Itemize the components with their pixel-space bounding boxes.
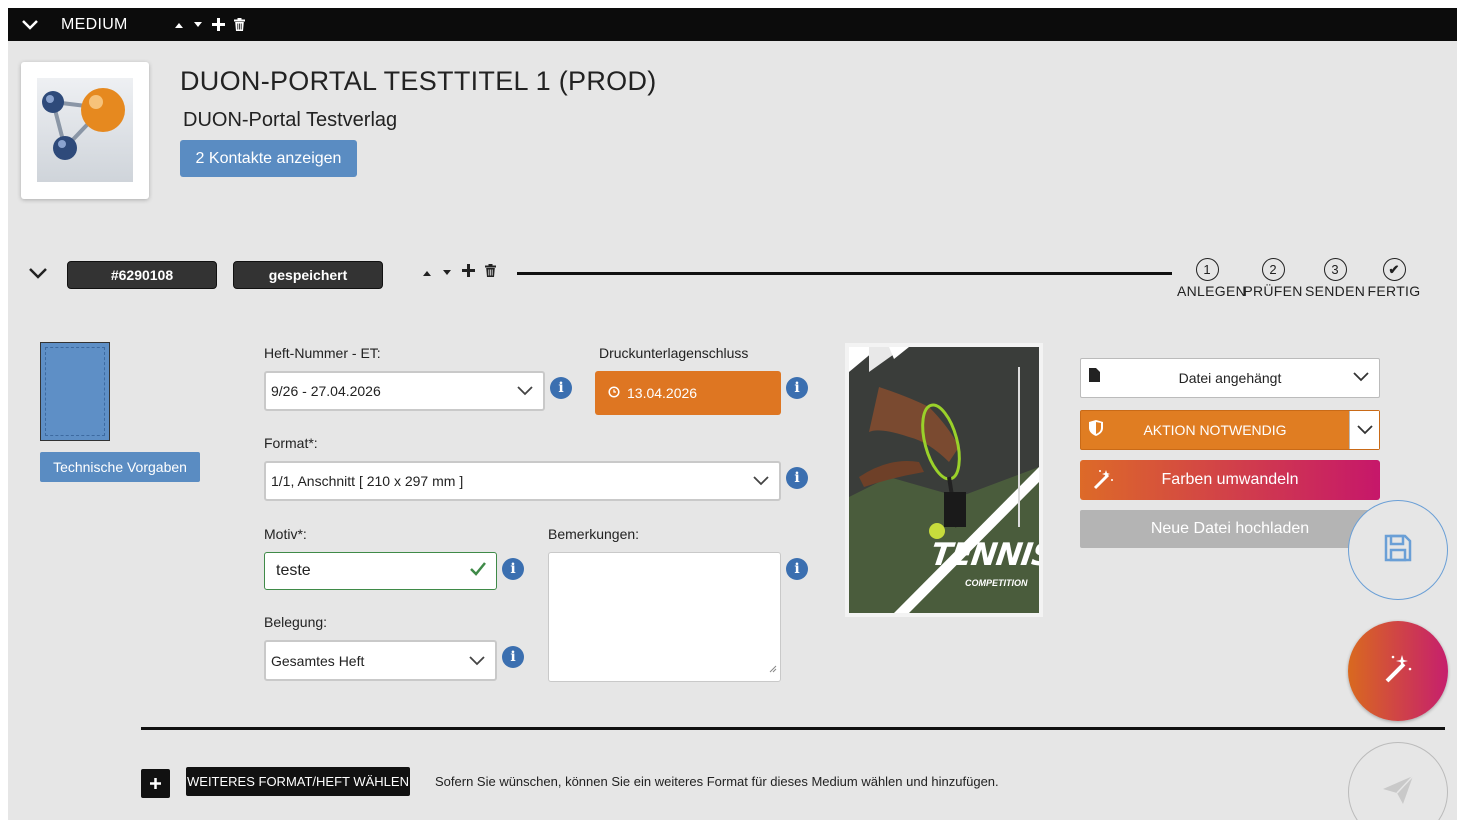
- motiv-input[interactable]: teste: [264, 552, 497, 590]
- info-icon[interactable]: i: [502, 558, 524, 580]
- step-label: FERTIG: [1367, 283, 1421, 299]
- add-icon[interactable]: [462, 264, 475, 282]
- resize-grip-icon[interactable]: [769, 660, 777, 678]
- medium-title: DUON-PORTAL TESTTITEL 1 (PROD): [180, 66, 657, 96]
- step-anlegen: 1 ANLEGEN: [1177, 258, 1247, 299]
- move-up-icon[interactable]: [422, 264, 432, 282]
- step-label: ANLEGEN: [1177, 283, 1247, 299]
- info-icon[interactable]: i: [786, 558, 808, 580]
- convert-colors-button[interactable]: Farben umwandeln: [1080, 460, 1380, 500]
- collapse-order-chevron-icon[interactable]: [28, 266, 48, 285]
- header-title: MEDIUM: [61, 15, 128, 33]
- ad-preview-image[interactable]: TENNIS COMPETITION: [845, 343, 1043, 617]
- issue-select[interactable]: 9/26 - 27.04.2026: [264, 371, 545, 411]
- step-check-icon: ✔: [1382, 258, 1406, 281]
- progress-line: [517, 272, 1172, 275]
- step-fertig: ✔ FERTIG: [1364, 258, 1424, 299]
- action-required-label: AKTION NOTWENDIG: [1143, 422, 1287, 438]
- magic-wand-icon: [1382, 653, 1414, 690]
- add-format-button[interactable]: WEITERES FORMAT/HEFT WÄHLEN: [186, 767, 410, 796]
- trash-icon[interactable]: [485, 264, 496, 282]
- placement-label: Belegung:: [264, 614, 328, 630]
- section-divider: [141, 727, 1445, 730]
- medium-logo-card: [21, 62, 149, 199]
- file-status-label: Datei angehängt: [1178, 370, 1282, 386]
- upload-new-file-button[interactable]: Neue Datei hochladen: [1080, 510, 1380, 548]
- add-icon[interactable]: [212, 18, 225, 31]
- send-fab-button[interactable]: [1348, 742, 1448, 820]
- file-status-dropdown[interactable]: Datei angehängt: [1080, 358, 1380, 398]
- move-down-icon[interactable]: [442, 264, 452, 282]
- motiv-label: Motiv*:: [264, 526, 307, 542]
- technical-specs-button[interactable]: Technische Vorgaben: [40, 452, 200, 482]
- publisher-name: DUON-Portal Testverlag: [183, 109, 398, 131]
- format-select[interactable]: 1/1, Anschnitt [ 210 x 297 mm ]: [264, 461, 781, 501]
- add-format-plus-button[interactable]: [141, 769, 170, 798]
- page-frame: MEDIUM DUON-PORTAL TESTTITEL 1 (PROD) DU…: [8, 8, 1457, 820]
- clock-icon: [608, 385, 620, 401]
- chevron-down-icon[interactable]: [1349, 411, 1379, 449]
- step-pruefen: 2 PRÜFEN: [1243, 258, 1303, 299]
- magic-wand-icon: [1092, 468, 1114, 495]
- info-icon[interactable]: i: [786, 377, 808, 399]
- medium-header-bar: MEDIUM: [8, 8, 1457, 41]
- magic-fab-button[interactable]: [1348, 621, 1448, 721]
- format-select-value: 1/1, Anschnitt [ 210 x 297 mm ]: [271, 473, 464, 489]
- paper-plane-icon: [1381, 773, 1415, 812]
- remarks-textarea[interactable]: [548, 552, 781, 682]
- placement-select[interactable]: Gesamtes Heft: [264, 640, 497, 681]
- format-thumbnail: [40, 342, 110, 441]
- issue-label: Heft-Nummer - ET:: [264, 345, 381, 361]
- preview-subline: COMPETITION: [965, 578, 1028, 588]
- move-up-icon[interactable]: [174, 21, 184, 29]
- step-number: 1: [1195, 258, 1219, 281]
- chevron-down-icon: [517, 386, 533, 396]
- action-required-button[interactable]: AKTION NOTWENDIG: [1080, 410, 1380, 450]
- order-status-badge: gespeichert: [233, 261, 383, 289]
- step-number: 3: [1323, 258, 1347, 281]
- add-format-hint: Sofern Sie wünschen, können Sie ein weit…: [435, 774, 999, 789]
- step-senden: 3 SENDEN: [1305, 258, 1365, 299]
- remarks-label: Bemerkungen:: [548, 526, 640, 542]
- step-label: PRÜFEN: [1243, 283, 1303, 299]
- order-id-badge: #6290108: [67, 261, 217, 289]
- motiv-input-value: teste: [276, 562, 311, 579]
- info-icon[interactable]: i: [502, 646, 524, 668]
- info-icon[interactable]: i: [550, 377, 572, 399]
- shield-icon: [1089, 420, 1103, 439]
- order-row-bar: #6290108 gespeichert 1 ANLEGEN 2 PRÜFEN …: [8, 258, 1457, 299]
- chevron-down-icon: [1353, 369, 1369, 385]
- show-contacts-button[interactable]: 2 Kontakte anzeigen: [180, 140, 357, 177]
- deadline-label: Druckunterlagenschluss: [599, 345, 749, 361]
- step-label: SENDEN: [1305, 283, 1366, 299]
- save-fab-button[interactable]: [1348, 500, 1448, 600]
- trash-icon[interactable]: [234, 18, 245, 31]
- convert-colors-label: Farben umwandeln: [1161, 471, 1299, 488]
- file-icon: [1089, 368, 1100, 385]
- molecule-logo-image: [37, 78, 133, 182]
- step-number: 2: [1261, 258, 1285, 281]
- placement-select-value: Gesamtes Heft: [271, 652, 365, 669]
- save-icon: [1383, 533, 1413, 568]
- deadline-date: 13.04.2026: [595, 371, 781, 415]
- format-label: Format*:: [264, 435, 318, 451]
- deadline-date-value: 13.04.2026: [627, 385, 698, 401]
- info-icon[interactable]: i: [786, 467, 808, 489]
- issue-select-value: 9/26 - 27.04.2026: [271, 383, 381, 399]
- chevron-down-icon: [469, 655, 485, 666]
- preview-headline: TENNIS: [928, 537, 1039, 573]
- collapse-chevron-icon[interactable]: [8, 8, 52, 41]
- valid-check-icon: [469, 561, 487, 582]
- chevron-down-icon: [753, 476, 769, 486]
- move-down-icon[interactable]: [193, 21, 203, 29]
